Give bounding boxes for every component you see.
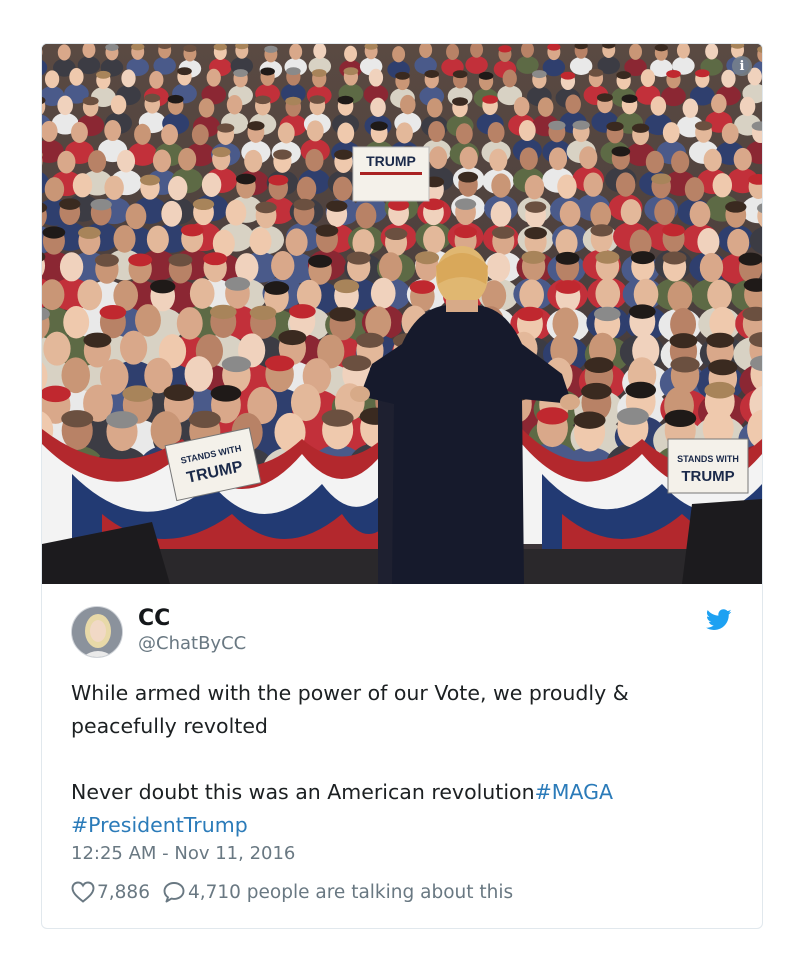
likes-count[interactable]: 7,886 [97,882,150,903]
tweet-text-line: peacefully revolted [71,714,268,738]
hashtag-link-maga[interactable]: #MAGA [535,780,613,804]
tweet-text-plain: Never doubt this was an American revolut… [71,780,535,804]
tweet-text-line: #PresidentTrump [71,809,721,842]
rally-photo: TRUMP STANDS WITH TRUMP STANDS WITH TRUM… [42,44,762,584]
stands-with-trump-sign-right: STANDS WITH TRUMP [667,438,749,494]
trump-sign-top: TRUMP [352,146,430,202]
avatar[interactable] [71,606,123,658]
svg-text:STANDS WITH: STANDS WITH [677,454,739,464]
tweet-text-line: While armed with the power of our Vote, … [71,681,629,705]
heart-icon[interactable] [71,880,97,904]
tweet-photo[interactable]: TRUMP STANDS WITH TRUMP STANDS WITH TRUM… [42,44,762,584]
user-handle[interactable]: @ChatByCC [138,633,246,654]
talking-about-link[interactable]: 4,710 people are talking about this [188,882,513,903]
svg-text:TRUMP: TRUMP [681,468,734,485]
tweet-actions: 7,886 4,710 people are talking about thi… [71,880,513,904]
stage-speaker-right [682,499,762,584]
svg-text:TRUMP: TRUMP [366,153,416,169]
tweet-text-line: Never doubt this was an American revolut… [71,776,721,809]
tweet-text: While armed with the power of our Vote, … [71,677,721,842]
speech-bubble-icon[interactable] [162,880,188,904]
info-icon[interactable]: i [732,56,752,76]
tweet-timestamp[interactable]: 12:25 AM - Nov 11, 2016 [71,843,295,864]
embedded-tweet-card[interactable]: TRUMP STANDS WITH TRUMP STANDS WITH TRUM… [41,43,763,929]
hashtag-link-presidenttrump[interactable]: #PresidentTrump [71,813,248,837]
display-name[interactable]: CC [138,606,170,631]
avatar-image [72,607,122,657]
twitter-bird-icon[interactable] [705,609,732,631]
